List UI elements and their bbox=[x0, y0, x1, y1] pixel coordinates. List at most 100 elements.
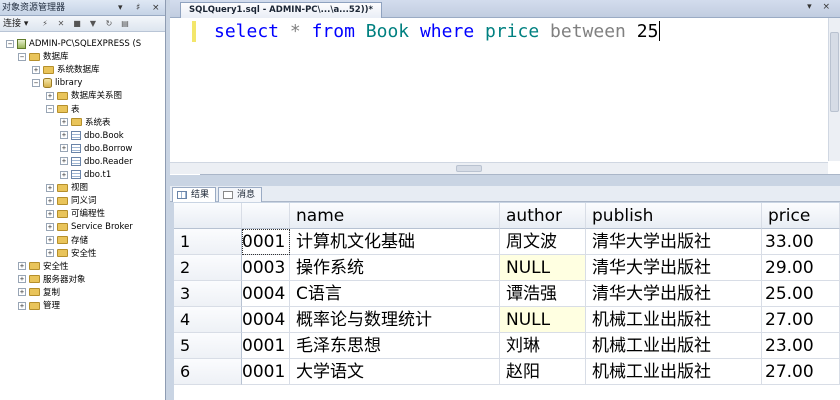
query-editor[interactable]: select * from Book where price between 2… bbox=[170, 18, 840, 175]
tab-strip-buttons[interactable]: ▾ × bbox=[807, 2, 834, 12]
cell-price[interactable]: 33.00 bbox=[762, 229, 840, 255]
tree-node[interactable]: + 可编程性 bbox=[46, 208, 105, 221]
cell-price[interactable]: 23.00 bbox=[762, 333, 840, 359]
results-grid[interactable]: name author publish price 1 0001 计算机文化基础 周文波 清华大… bbox=[174, 203, 840, 400]
collapse-icon[interactable]: − bbox=[46, 105, 54, 113]
tab-results[interactable]: 结果 bbox=[172, 187, 217, 202]
expand-icon[interactable]: + bbox=[46, 222, 54, 231]
table-row[interactable]: 2 0003 操作系统 NULL 清华大学出版社 29.00 bbox=[174, 255, 840, 281]
tree-node[interactable]: + 管理 bbox=[18, 300, 60, 313]
column-header-name[interactable]: name bbox=[290, 203, 500, 229]
cell-publish[interactable]: 清华大学出版社 bbox=[586, 281, 762, 307]
connect-button[interactable]: 连接 ▾ bbox=[3, 19, 28, 29]
expand-icon[interactable]: + bbox=[46, 236, 54, 244]
cell-name[interactable]: 操作系统 bbox=[290, 255, 500, 281]
table-row[interactable]: 5 0001 毛泽东思想 刘琳 机械工业出版社 23.00 bbox=[174, 333, 840, 359]
cell-author[interactable]: 周文波 bbox=[500, 229, 586, 255]
expand-icon[interactable]: + bbox=[60, 118, 68, 127]
column-header-publish[interactable]: publish bbox=[586, 203, 762, 229]
cell-name[interactable]: 计算机文化基础 bbox=[290, 229, 500, 255]
tree-node[interactable]: + 系统数据库 bbox=[32, 64, 100, 77]
table-row[interactable]: 4 0004 概率论与数理统计 NULL 机械工业出版社 27.00 bbox=[174, 307, 840, 333]
row-number[interactable]: 6 bbox=[174, 359, 242, 385]
tree-node[interactable]: + 视图 bbox=[46, 182, 88, 195]
expand-icon[interactable]: + bbox=[32, 65, 40, 74]
tree-node[interactable]: − ADMIN-PC\SQLEXPRESS (S bbox=[6, 38, 141, 51]
expand-icon[interactable]: + bbox=[46, 249, 54, 258]
cell-price[interactable]: 29.00 bbox=[762, 255, 840, 281]
expand-icon[interactable]: + bbox=[60, 170, 68, 179]
cell-publish[interactable]: 机械工业出版社 bbox=[586, 333, 762, 359]
editor-horizontal-scrollbar[interactable] bbox=[170, 162, 828, 174]
column-header-price[interactable]: price bbox=[762, 203, 840, 229]
expand-icon[interactable]: + bbox=[46, 91, 54, 100]
cell-id[interactable]: 0004 bbox=[242, 307, 290, 333]
cell-author[interactable]: NULL bbox=[500, 255, 586, 281]
row-number[interactable]: 5 bbox=[174, 333, 242, 359]
pin-icon[interactable]: ♯ bbox=[136, 0, 140, 16]
filter-icon[interactable]: ▼ bbox=[88, 19, 98, 29]
scroll-thumb[interactable] bbox=[830, 32, 839, 112]
cell-price[interactable]: 27.00 bbox=[762, 307, 840, 333]
expand-icon[interactable]: + bbox=[46, 196, 54, 205]
cell-publish[interactable]: 机械工业出版社 bbox=[586, 359, 762, 385]
cell-publish[interactable]: 清华大学出版社 bbox=[586, 229, 762, 255]
expand-icon[interactable]: + bbox=[60, 144, 68, 153]
cell-name[interactable]: 大学语文 bbox=[290, 359, 500, 385]
row-number[interactable]: 4 bbox=[174, 307, 242, 333]
query-document-tab[interactable]: SQLQuery1.sql - ADMIN-PC\...\a...52))* bbox=[180, 2, 382, 18]
row-number[interactable]: 2 bbox=[174, 255, 242, 281]
cell-name[interactable]: 概率论与数理统计 bbox=[290, 307, 500, 333]
tree-node[interactable]: + 服务器对象 bbox=[18, 274, 86, 287]
tree-node[interactable]: + dbo.Reader bbox=[60, 156, 133, 169]
tree-node[interactable]: − 表 bbox=[46, 104, 80, 117]
table-row[interactable]: 1 0001 计算机文化基础 周文波 清华大学出版社 33.00 bbox=[174, 229, 840, 255]
cell-author[interactable]: NULL bbox=[500, 307, 586, 333]
tree-node[interactable]: + 数据库关系图 bbox=[46, 90, 122, 103]
table-row[interactable]: 6 0001 大学语文 赵阳 机械工业出版社 27.00 bbox=[174, 359, 840, 385]
refresh-icon[interactable]: ↻ bbox=[104, 19, 114, 29]
row-number-header[interactable] bbox=[174, 203, 242, 229]
expand-icon[interactable]: + bbox=[60, 131, 68, 140]
expand-icon[interactable]: + bbox=[46, 209, 54, 218]
tree-node[interactable]: − 数据库 bbox=[18, 51, 69, 64]
tree-node[interactable]: + dbo.Borrow bbox=[60, 143, 132, 156]
table-row[interactable]: 3 0004 C语言 谭浩强 清华大学出版社 25.00 bbox=[174, 281, 840, 307]
tree-node[interactable]: + 安全性 bbox=[18, 261, 69, 274]
tree-node[interactable]: + dbo.t1 bbox=[60, 169, 111, 182]
cell-id[interactable]: 0001 bbox=[242, 229, 290, 255]
cell-id[interactable]: 0001 bbox=[242, 359, 290, 385]
cell-name[interactable]: C语言 bbox=[290, 281, 500, 307]
cell-price[interactable]: 27.00 bbox=[762, 359, 840, 385]
expand-icon[interactable]: + bbox=[18, 301, 26, 310]
expand-icon[interactable]: + bbox=[60, 157, 68, 166]
cell-publish[interactable]: 清华大学出版社 bbox=[586, 255, 762, 281]
tree-node[interactable]: + 系统表 bbox=[60, 117, 111, 130]
connect-icon[interactable]: ⚡ bbox=[40, 19, 50, 29]
tree-node[interactable]: + dbo.Book bbox=[60, 130, 124, 143]
cell-author[interactable]: 刘琳 bbox=[500, 333, 586, 359]
stop-icon[interactable]: ■ bbox=[72, 19, 82, 29]
tree-node[interactable]: + 存储 bbox=[46, 235, 88, 248]
tree-node[interactable]: + 安全性 bbox=[46, 248, 97, 261]
tree-node[interactable]: + 复制 bbox=[18, 287, 60, 300]
disconnect-icon[interactable]: ✕ bbox=[56, 19, 66, 29]
collapse-icon[interactable]: − bbox=[18, 52, 26, 61]
tree-node[interactable]: + 同义词 bbox=[46, 195, 97, 208]
expand-icon[interactable]: + bbox=[46, 183, 54, 192]
cell-publish[interactable]: 机械工业出版社 bbox=[586, 307, 762, 333]
panel-menu-icon[interactable]: ▾ bbox=[118, 0, 123, 16]
scroll-thumb[interactable] bbox=[456, 165, 482, 172]
id-column-header[interactable] bbox=[242, 203, 290, 229]
row-number[interactable]: 1 bbox=[174, 229, 242, 255]
cell-price[interactable]: 25.00 bbox=[762, 281, 840, 307]
expand-icon[interactable]: + bbox=[18, 275, 26, 284]
editor-vertical-scrollbar[interactable] bbox=[828, 18, 840, 161]
cell-author[interactable]: 赵阳 bbox=[500, 359, 586, 385]
expand-icon[interactable]: + bbox=[18, 262, 26, 271]
sql-code-line[interactable]: select * from Book where price between 2… bbox=[214, 21, 661, 43]
cell-id[interactable]: 0004 bbox=[242, 281, 290, 307]
cell-id[interactable]: 0003 bbox=[242, 255, 290, 281]
expand-icon[interactable]: + bbox=[18, 288, 26, 297]
tree-node[interactable]: − library bbox=[32, 77, 82, 90]
